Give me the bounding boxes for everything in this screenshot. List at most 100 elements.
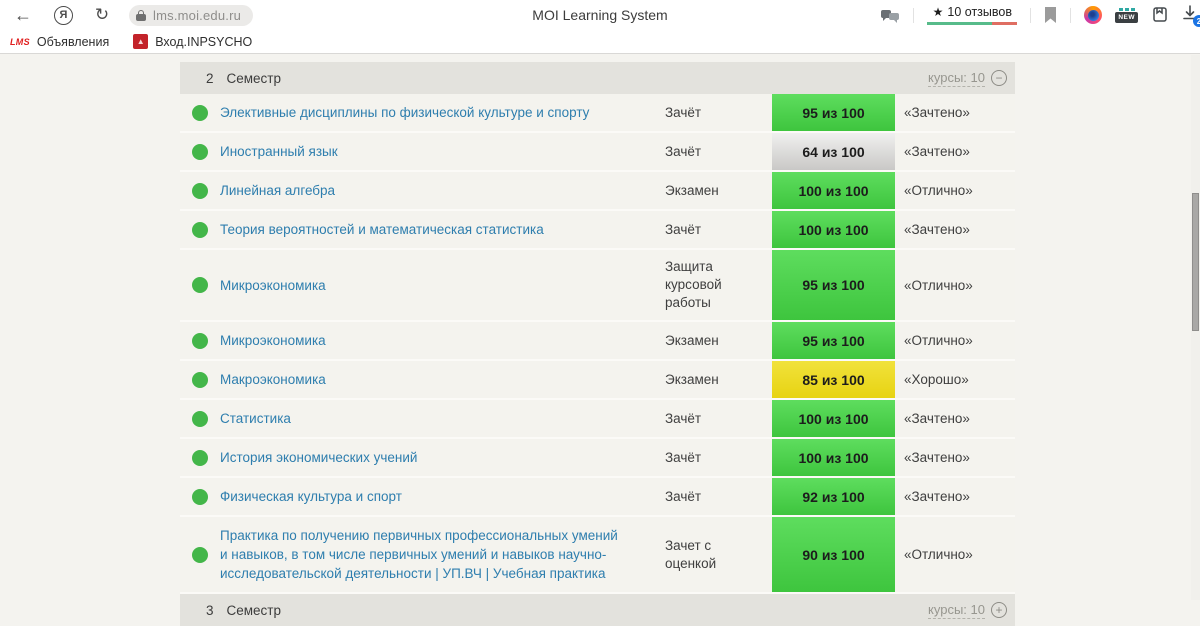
course-row: Теория вероятностей и математическая ста… <box>180 211 1015 250</box>
course-link[interactable]: Микроэкономика <box>220 322 665 359</box>
status-dot-icon <box>192 332 208 349</box>
semester-number: 2 <box>206 70 214 86</box>
collapse-icon[interactable]: − <box>991 70 1007 86</box>
bookmark-label: Вход.INPSYCHO <box>155 34 253 49</box>
bookmark-item-announcements[interactable]: LMS Объявления <box>10 35 109 49</box>
course-link[interactable]: Физическая культура и спорт <box>220 478 665 515</box>
assessment-type: Экзамен <box>665 332 719 348</box>
semester-2-header: 2 Семестр курсы: 10 − <box>180 62 1015 94</box>
score-badge: 100 из 100 <box>772 439 895 476</box>
assessment-type: Зачёт <box>665 221 702 237</box>
collections-icon[interactable] <box>1151 6 1169 24</box>
browser-toolbar: ← Я ↻ lms.moi.edu.ru MOI Learning System… <box>0 0 1200 30</box>
grade-label: «Зачтено» <box>904 144 970 159</box>
status-dot-icon <box>192 277 208 293</box>
semester-title: Семестр <box>226 70 282 86</box>
url-text: lms.moi.edu.ru <box>153 7 242 23</box>
reviews-rating[interactable]: ★ 10 отзывов <box>927 5 1018 25</box>
score-badge: 100 из 100 <box>772 211 895 248</box>
lock-icon <box>136 9 146 21</box>
score-badge: 95 из 100 <box>772 250 895 320</box>
course-link[interactable]: Теория вероятностей и математическая ста… <box>220 211 665 248</box>
score-badge: 100 из 100 <box>772 172 895 209</box>
grade-label: «Отлично» <box>904 333 973 348</box>
reviews-bar-negative <box>992 22 1018 25</box>
status-dot-icon <box>192 371 208 388</box>
semester-number: 3 <box>206 602 214 618</box>
grade-label: «Отлично» <box>904 183 973 198</box>
star-icon: ★ <box>932 5 944 19</box>
download-count-badge: 2 <box>1193 15 1200 27</box>
courses-count-link[interactable]: курсы: 10 <box>928 70 985 87</box>
assessment-type: Защита курсовой работы <box>665 259 722 310</box>
grade-label: «Хорошо» <box>904 372 969 387</box>
grade-label: «Зачтено» <box>904 411 970 426</box>
semester-3-header: 3 Семестр курсы: 10 + <box>180 594 1015 626</box>
course-row: История экономических учений Зачёт 100 из … <box>180 439 1015 478</box>
status-dot-icon <box>192 104 208 121</box>
page-title: MOI Learning System <box>532 7 668 23</box>
course-row: Элективные дисциплины по физической куль… <box>180 94 1015 133</box>
assessment-type: Экзамен <box>665 371 719 387</box>
bookmark-label: Объявления <box>36 34 110 49</box>
downloads-button[interactable]: 2 <box>1182 5 1200 27</box>
grade-label: «Зачтено» <box>904 222 970 237</box>
course-row: Микроэкономика Защита курсовой работы 95 и… <box>180 250 1015 322</box>
back-button[interactable]: ← <box>8 0 38 30</box>
page-content: 2 Семестр курсы: 10 − Элективные дисципл… <box>0 55 1200 626</box>
score-badge: 64 из 100 <box>772 133 895 170</box>
course-link[interactable]: Линейная алгебра <box>220 172 665 209</box>
course-row: Иностранный язык Зачёт 64 из 100 «Зачтено» <box>180 133 1015 172</box>
scrollbar-thumb[interactable] <box>1192 193 1199 331</box>
course-link[interactable]: Практика по получению первичных професси… <box>220 517 665 592</box>
expand-icon[interactable]: + <box>991 602 1007 618</box>
yandex-logo-icon[interactable]: Я <box>54 5 73 25</box>
course-link[interactable]: Макроэкономика <box>220 361 665 398</box>
course-link[interactable]: Микроэкономика <box>220 267 665 304</box>
status-dot-icon <box>192 182 208 199</box>
course-link[interactable]: Иностранный язык <box>220 133 665 170</box>
course-row: Физическая культура и спорт Зачёт 92 из 10… <box>180 478 1015 517</box>
score-badge: 85 из 100 <box>772 361 895 398</box>
assessment-type: Зачет с оценкой <box>665 537 717 571</box>
semester-title: Семестр <box>226 602 282 618</box>
bookmark-icon[interactable] <box>1044 7 1057 23</box>
bookmark-item-inpsycho[interactable]: ▲ Вход.INPSYCHO <box>133 34 252 49</box>
status-dot-icon <box>192 221 208 238</box>
status-dot-icon <box>192 143 208 160</box>
course-rows: Элективные дисциплины по физической куль… <box>180 94 1015 594</box>
refresh-button[interactable]: ↻ <box>87 0 117 30</box>
assessment-type: Зачёт <box>665 449 702 465</box>
score-badge: 95 из 100 <box>772 94 895 131</box>
status-dot-icon <box>192 546 208 563</box>
score-badge: 90 из 100 <box>772 517 895 592</box>
course-row: Линейная алгебра Экзамен 100 из 100 «Отличн… <box>180 172 1015 211</box>
reviews-count-label: 10 отзывов <box>947 5 1012 19</box>
reviews-bar-positive <box>927 22 993 25</box>
course-row: Практика по получению первичных професси… <box>180 517 1015 594</box>
browser-extension-icon[interactable] <box>1084 6 1103 24</box>
reviews-bar <box>927 22 1018 25</box>
status-dot-icon <box>192 449 208 466</box>
chat-icon[interactable] <box>881 8 900 23</box>
grade-label: «Отлично» <box>904 547 973 562</box>
assessment-type: Зачёт <box>665 143 702 159</box>
inpsycho-favicon: ▲ <box>133 34 149 49</box>
course-row: Микроэкономика Экзамен 95 из 100 «Отлично» <box>180 322 1015 361</box>
score-badge: 100 из 100 <box>772 400 895 437</box>
grade-label: «Зачтено» <box>904 105 970 120</box>
course-link[interactable]: Элективные дисциплины по физической куль… <box>220 94 665 131</box>
new-extension-icon[interactable]: NEW <box>1115 7 1138 23</box>
address-bar[interactable]: lms.moi.edu.ru <box>129 4 254 26</box>
grade-label: «Отлично» <box>904 277 973 293</box>
course-link[interactable]: Статистика <box>220 400 665 437</box>
score-badge: 95 из 100 <box>772 322 895 359</box>
assessment-type: Зачёт <box>665 410 702 426</box>
courses-count-link[interactable]: курсы: 10 <box>928 602 985 619</box>
scrollbar-track[interactable] <box>1191 55 1200 600</box>
grade-label: «Зачтено» <box>904 450 970 465</box>
lms-favicon: LMS <box>10 36 30 47</box>
grade-label: «Зачтено» <box>904 489 970 504</box>
course-link[interactable]: История экономических учений <box>220 439 665 476</box>
assessment-type: Экзамен <box>665 182 719 198</box>
